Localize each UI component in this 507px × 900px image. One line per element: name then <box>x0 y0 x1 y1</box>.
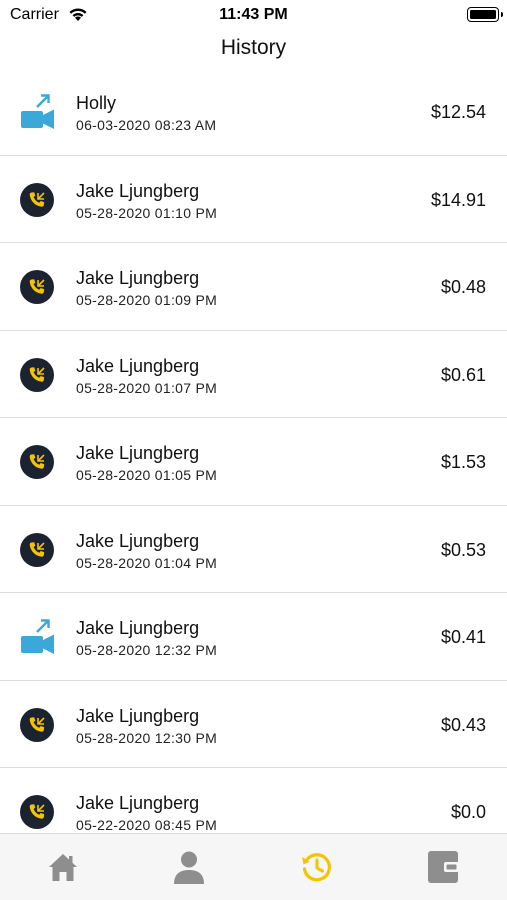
call-datetime: 05-28-2020 01:04 PM <box>76 554 218 571</box>
history-row[interactable]: Jake Ljungberg 05-28-2020 12:30 PM $0.43 <box>0 681 507 768</box>
call-datetime: 06-03-2020 08:23 AM <box>76 117 217 133</box>
contact-name: Jake Ljungberg <box>76 530 200 551</box>
call-amount: $0.43 <box>440 714 486 735</box>
call-datetime: 05-28-2020 12:30 PM <box>76 729 218 746</box>
tab-bar <box>0 833 507 900</box>
incoming-call-icon <box>20 444 56 480</box>
call-datetime: 05-28-2020 01:07 PM <box>76 379 218 396</box>
video-call-outgoing-icon <box>20 619 56 655</box>
incoming-call-icon <box>20 794 56 830</box>
call-datetime: 05-22-2020 08:45 PM <box>76 817 218 833</box>
call-datetime: 05-28-2020 12:32 PM <box>76 642 218 658</box>
incoming-call-icon <box>20 532 56 568</box>
history-row[interactable]: Jake Ljungberg 05-22-2020 08:45 PM $0.0 <box>0 768 507 833</box>
call-amount: $1.53 <box>440 452 486 472</box>
call-amount: $0.61 <box>440 364 486 385</box>
clock-time: 11:43 PM <box>219 6 288 23</box>
contact-name: Jake Ljungberg <box>76 268 200 288</box>
wallet-icon <box>427 850 459 889</box>
tab-wallet[interactable] <box>425 850 461 889</box>
contact-name: Jake Ljungberg <box>76 180 200 201</box>
history-list[interactable]: Holly 06-03-2020 08:23 AM $12.54 Jake Ljun… <box>0 68 507 833</box>
person-icon <box>173 850 205 889</box>
history-icon <box>300 850 334 889</box>
call-amount: $12.54 <box>430 102 486 122</box>
video-call-outgoing-icon <box>20 94 56 130</box>
history-row[interactable]: Jake Ljungberg 05-28-2020 01:05 PM $1.53 <box>0 418 507 506</box>
tab-history[interactable] <box>299 851 335 887</box>
page-title: History <box>220 36 287 59</box>
tab-home[interactable] <box>45 851 81 887</box>
incoming-call-icon <box>20 707 56 743</box>
history-row[interactable]: Holly 06-03-2020 08:23 AM $12.54 <box>0 68 507 156</box>
history-row[interactable]: Jake Ljungberg 05-28-2020 01:10 PM $14.91 <box>0 156 507 243</box>
history-row[interactable]: Jake Ljungberg 05-28-2020 12:32 PM $0.41 <box>0 593 507 681</box>
history-row[interactable]: Jake Ljungberg 05-28-2020 01:04 PM $0.53 <box>0 506 507 593</box>
call-amount: $0.53 <box>440 539 486 560</box>
home-icon <box>47 851 79 888</box>
incoming-call-icon <box>20 357 56 393</box>
incoming-call-icon <box>20 269 56 305</box>
contact-name: Jake Ljungberg <box>76 705 200 726</box>
contact-name: Jake Ljungberg <box>76 618 200 638</box>
call-amount: $14.91 <box>430 189 486 210</box>
call-datetime: 05-28-2020 01:05 PM <box>76 467 218 483</box>
contact-name: Jake Ljungberg <box>76 443 200 463</box>
call-amount: $0.0 <box>450 802 486 822</box>
contact-name: Holly <box>76 93 117 113</box>
call-datetime: 05-28-2020 01:09 PM <box>76 292 218 308</box>
history-row[interactable]: Jake Ljungberg 05-28-2020 01:07 PM $0.61 <box>0 331 507 418</box>
status-bar: Carrier 11:43 PM <box>0 0 507 30</box>
history-row[interactable]: Jake Ljungberg 05-28-2020 01:09 PM $0.48 <box>0 243 507 331</box>
battery-icon <box>467 7 503 22</box>
call-datetime: 05-28-2020 01:10 PM <box>76 204 218 221</box>
tab-profile[interactable] <box>171 851 207 887</box>
contact-name: Jake Ljungberg <box>76 793 200 813</box>
call-amount: $0.41 <box>440 627 486 647</box>
incoming-call-icon <box>20 182 56 218</box>
call-amount: $0.48 <box>440 277 486 297</box>
contact-name: Jake Ljungberg <box>76 355 200 376</box>
